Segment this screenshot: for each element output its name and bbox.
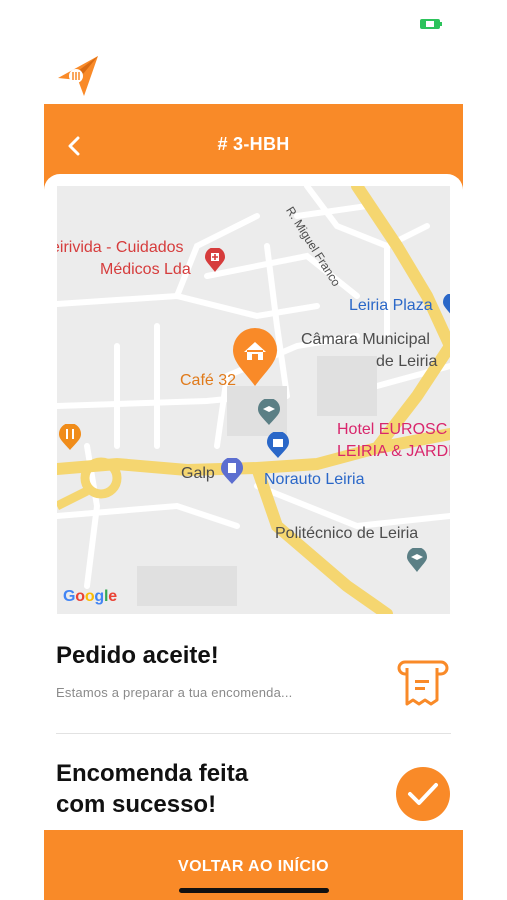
order-code-title: # 3-HBH	[217, 134, 290, 154]
check-circle-icon	[395, 766, 451, 827]
camara-label-line1: Câmara Municipal	[301, 331, 430, 348]
rocket-logo-icon	[54, 52, 102, 100]
politecnico-label: Politécnico de Leiria	[275, 525, 419, 542]
status-ordered: Encomenda feita com sucesso!	[56, 758, 451, 838]
leiria-plaza-label: Leiria Plaza	[349, 297, 433, 314]
galp-label: Galp	[181, 465, 215, 482]
clinic-label-line2: Médicos Lda	[100, 261, 191, 278]
receipt-icon	[395, 656, 451, 717]
home-indicator[interactable]	[179, 888, 329, 893]
hotel-label-line2: LEIRIA & JARDI	[337, 443, 450, 460]
battery-icon	[420, 17, 442, 29]
status-accepted: Pedido aceite! Estamos a preparar a tua …	[56, 640, 451, 734]
camara-label-line2: de Leiria	[376, 353, 438, 370]
google-attribution: Google	[63, 588, 117, 605]
status-accepted-title: Pedido aceite!	[56, 642, 219, 669]
status-accepted-subtitle: Estamos a preparar a tua encomenda...	[56, 685, 293, 701]
map-view[interactable]: eirivida - Cuidados Médicos Lda R. Migue…	[57, 186, 450, 614]
clinic-label-line1: eirivida - Cuidados	[57, 239, 184, 256]
cafe-label: Café 32	[180, 372, 237, 389]
status-ordered-title-line1: Encomenda feita	[56, 760, 249, 787]
status-ordered-title-line2: com sucesso!	[56, 791, 217, 819]
hotel-label-line1: Hotel EUROSC	[337, 421, 448, 438]
norauto-label: Norauto Leiria	[264, 471, 365, 488]
